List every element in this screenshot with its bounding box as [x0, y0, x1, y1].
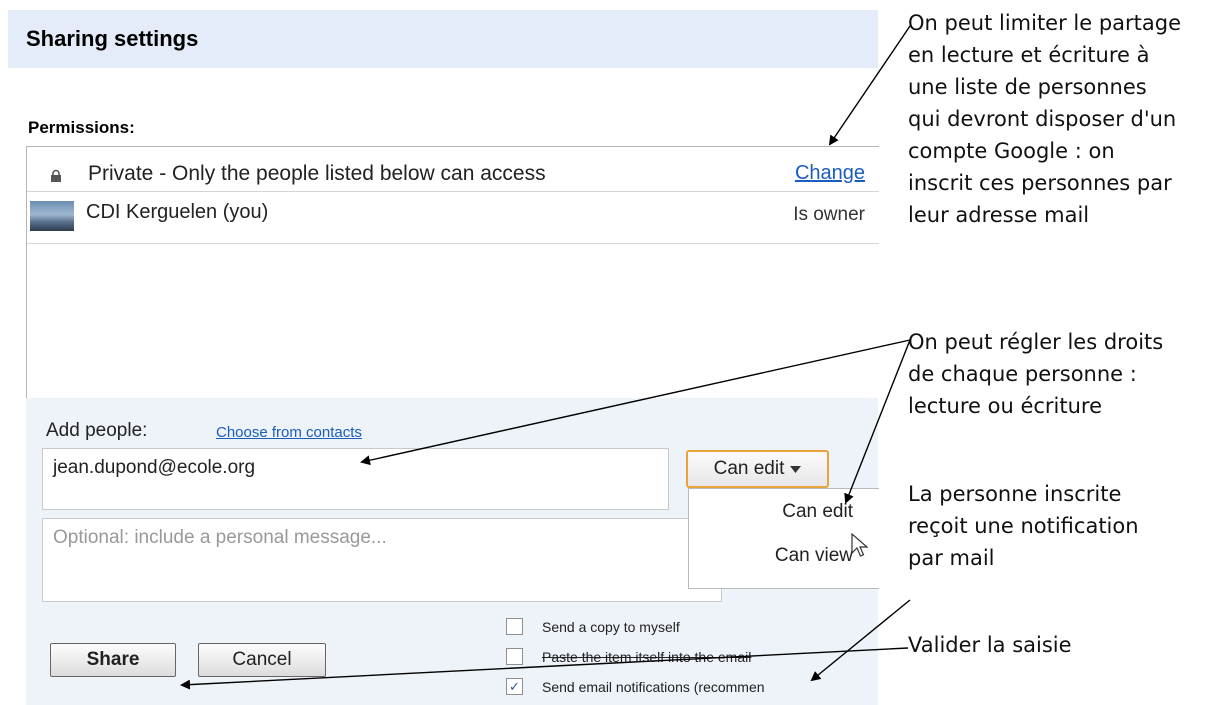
visibility-text: Private - Only the people listed below c…	[88, 162, 546, 185]
annotation-line: Valider la saisie	[908, 633, 1072, 657]
permission-select-label: Can edit	[713, 458, 785, 479]
send-copy-label: Send a copy to myself	[542, 619, 680, 635]
checkbox[interactable]	[506, 648, 523, 665]
mouse-pointer-icon	[851, 533, 869, 557]
annotation-line: de chaque personne :	[908, 362, 1137, 386]
annotation-line: en lecture et écriture à	[908, 43, 1150, 67]
add-people-label: Add people:	[46, 420, 148, 441]
cancel-button[interactable]: Cancel	[198, 643, 326, 677]
caret-down-icon	[790, 465, 802, 473]
divider	[27, 243, 879, 244]
permissions-list: Private - Only the people listed below c…	[26, 146, 879, 399]
person-name: CDI Kerguelen (you)	[86, 201, 269, 223]
checkbox-checked[interactable]: ✓	[506, 678, 523, 695]
annotation-line: On peut régler les droits	[908, 330, 1164, 354]
checkbox[interactable]	[506, 618, 523, 635]
permission-select[interactable]: Can edit	[686, 450, 829, 488]
visibility-row: Private - Only the people listed below c…	[27, 157, 879, 189]
email-field[interactable]: jean.dupond@ecole.org	[42, 448, 669, 510]
annotation-validate: Valider la saisie	[908, 629, 1072, 661]
person-row: CDI Kerguelen (you) Is owner	[27, 195, 879, 235]
annotation-line: une liste de personnes	[908, 75, 1147, 99]
annotation-rights: On peut régler les droits de chaque pers…	[908, 326, 1163, 422]
person-role: Is owner	[793, 204, 865, 225]
annotation-notification: La personne inscrite reçoit une notifica…	[908, 478, 1139, 574]
annotation-line: inscrit ces personnes par	[908, 171, 1172, 195]
annotation-line: On peut limiter le partage	[908, 11, 1182, 35]
annotation-line: La personne inscrite	[908, 482, 1122, 506]
lock-icon	[51, 169, 61, 182]
share-button[interactable]: Share	[50, 643, 176, 677]
send-notifications-label: Send email notifications (recommen	[542, 679, 765, 695]
user-avatar	[30, 201, 74, 231]
menu-item-can-edit[interactable]: Can edit	[782, 501, 853, 523]
menu-item-can-view[interactable]: Can view	[775, 545, 853, 567]
permissions-label: Permissions:	[28, 118, 135, 137]
add-people-section: Add people: Choose from contacts jean.du…	[26, 398, 879, 705]
annotation-sharing-limit: On peut limiter le partage en lecture et…	[908, 7, 1181, 231]
dialog-header: Sharing settings	[8, 10, 878, 68]
divider	[27, 191, 879, 192]
annotation-line: leur adresse mail	[908, 203, 1090, 227]
paste-item-label: Paste the item itself into the email	[542, 649, 752, 665]
annotation-line: compte Google : on	[908, 139, 1115, 163]
annotation-line: par mail	[908, 546, 995, 570]
choose-contacts-link[interactable]: Choose from contacts	[216, 424, 362, 441]
change-visibility-link[interactable]: Change	[795, 162, 865, 185]
permission-menu: Can edit Can view	[688, 488, 879, 589]
dialog-title: Sharing settings	[26, 26, 199, 51]
message-placeholder: Optional: include a personal message...	[53, 527, 387, 548]
annotation-line: qui devront disposer d'un	[908, 107, 1177, 131]
personal-message-field[interactable]: Optional: include a personal message...	[42, 518, 722, 602]
annotation-line: reçoit une notification	[908, 514, 1139, 538]
annotation-line: lecture ou écriture	[908, 394, 1103, 418]
